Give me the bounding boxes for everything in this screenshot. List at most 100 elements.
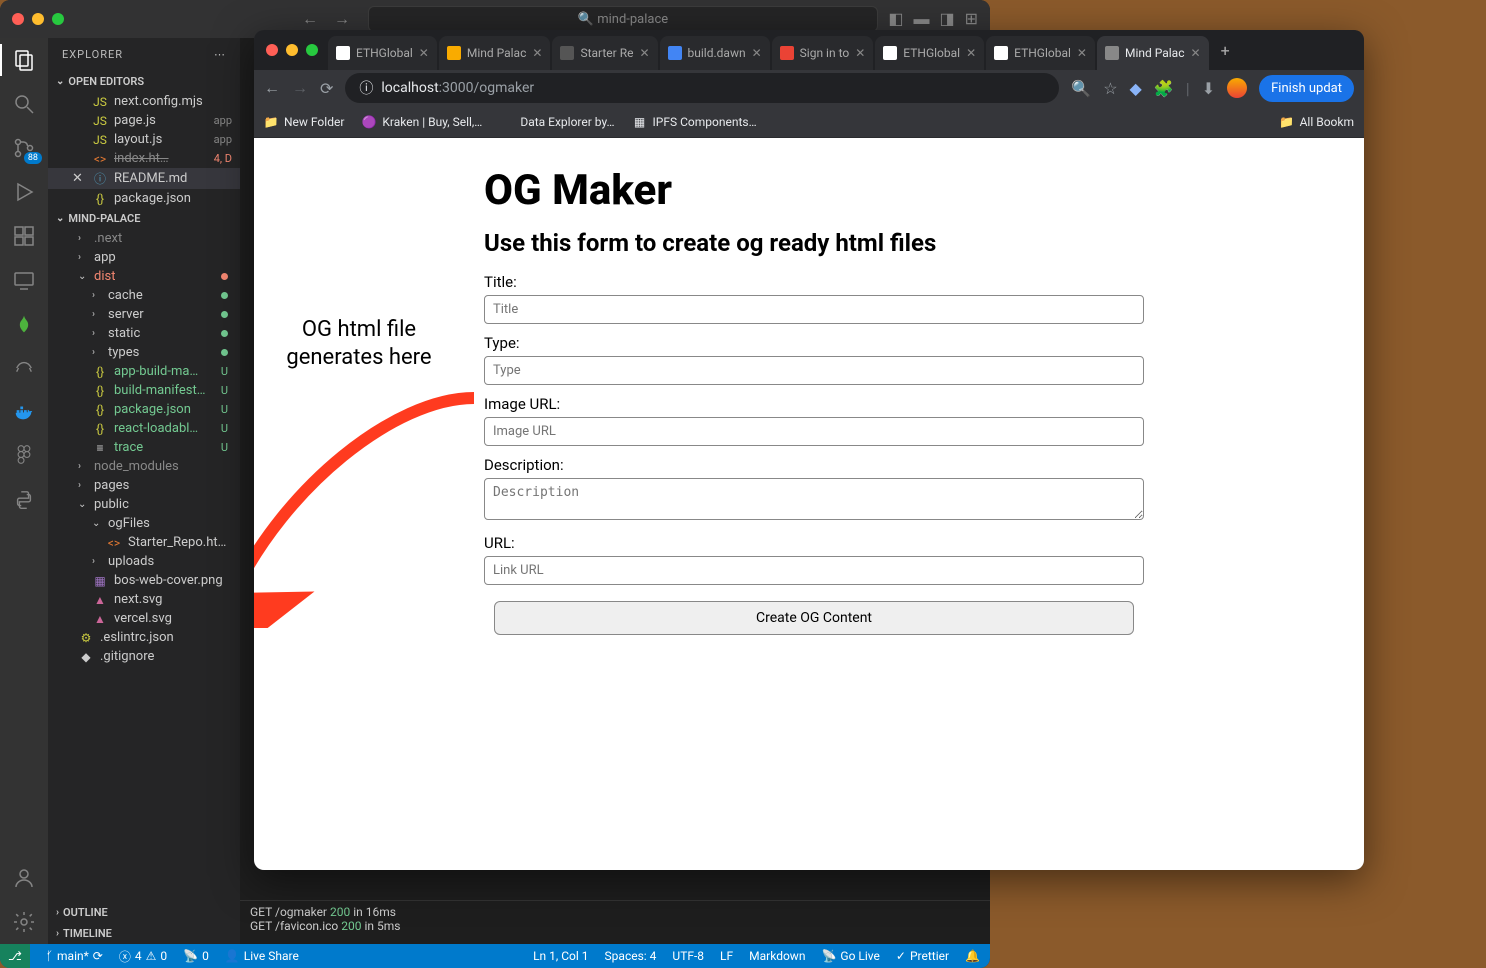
new-tab-button[interactable]: + bbox=[1211, 41, 1240, 60]
all-bookmarks-button[interactable]: 📁 All Bookm bbox=[1280, 115, 1354, 129]
file-item[interactable]: ▲next.svg bbox=[48, 590, 240, 609]
folder-item[interactable]: ›uploads bbox=[48, 552, 240, 571]
eol-button[interactable]: LF bbox=[720, 949, 733, 963]
zoom-icon[interactable]: 🔍 bbox=[1071, 79, 1091, 98]
extensions-icon[interactable]: 🧩 bbox=[1154, 79, 1174, 98]
description-input[interactable] bbox=[484, 478, 1144, 520]
profile-icon[interactable] bbox=[1227, 78, 1247, 98]
more-icon[interactable]: ⋯ bbox=[214, 48, 226, 61]
encoding-button[interactable]: UTF-8 bbox=[672, 949, 704, 963]
panel-bottom-icon[interactable]: ▬ bbox=[913, 9, 929, 29]
prettier-button[interactable]: ✓ Prettier bbox=[896, 949, 949, 963]
share-icon[interactable] bbox=[12, 356, 36, 380]
file-item[interactable]: ⚙.eslintrc.json bbox=[48, 628, 240, 647]
browser-tab[interactable]: ETHGlobal✕ bbox=[328, 36, 437, 70]
tab-close-icon[interactable]: ✕ bbox=[639, 46, 649, 60]
browser-tab[interactable]: build.dawn✕ bbox=[660, 36, 770, 70]
folder-item[interactable]: ›cache bbox=[48, 286, 240, 305]
file-item[interactable]: ≡traceU bbox=[48, 438, 240, 457]
nav-arrows[interactable]: ← → bbox=[302, 9, 350, 29]
outline-section[interactable]: › OUTLINE bbox=[48, 902, 240, 923]
url-input[interactable] bbox=[484, 556, 1144, 585]
browser-tab[interactable]: Starter Re✕ bbox=[552, 36, 657, 70]
downloads-icon[interactable]: ⬇ bbox=[1202, 79, 1215, 98]
browser-tab[interactable]: ETHGlobal✕ bbox=[986, 36, 1095, 70]
open-editor-item[interactable]: ✕ⓘREADME.md bbox=[48, 168, 240, 189]
scm-icon[interactable]: 88 bbox=[12, 136, 36, 160]
tab-close-icon[interactable]: ✕ bbox=[532, 46, 542, 60]
liveshare-button[interactable]: 👤 Live Share bbox=[225, 949, 299, 963]
forward-icon[interactable]: → bbox=[292, 78, 308, 98]
problems-button[interactable]: ⓧ 4 ⚠ 0 bbox=[119, 948, 167, 965]
address-bar[interactable]: ⓘ localhost:3000/ogmaker bbox=[345, 73, 1059, 103]
cursor-pos[interactable]: Ln 1, Col 1 bbox=[533, 949, 588, 963]
remote-button[interactable]: ⎇ bbox=[0, 944, 30, 968]
extension-icon[interactable]: ◆ bbox=[1130, 79, 1142, 98]
file-item[interactable]: ▲vercel.svg bbox=[48, 609, 240, 628]
figma-icon[interactable] bbox=[12, 444, 36, 468]
timeline-section[interactable]: › TIMELINE bbox=[48, 923, 240, 944]
close-icon[interactable] bbox=[12, 13, 24, 25]
back-icon[interactable]: ← bbox=[264, 78, 280, 98]
explorer-icon[interactable] bbox=[12, 48, 36, 72]
maximize-icon[interactable] bbox=[52, 13, 64, 25]
open-editor-item[interactable]: JSnext.config.mjs bbox=[48, 92, 240, 111]
golive-button[interactable]: 📡 Go Live bbox=[821, 949, 879, 963]
maximize-icon[interactable] bbox=[306, 44, 318, 56]
tab-close-icon[interactable]: ✕ bbox=[1191, 46, 1201, 60]
docker-icon[interactable] bbox=[12, 400, 36, 424]
extensions-icon[interactable] bbox=[12, 224, 36, 248]
folder-item[interactable]: ›types bbox=[48, 343, 240, 362]
layout-icon[interactable]: ⊞ bbox=[965, 9, 978, 29]
browser-tab[interactable]: Mind Palac✕ bbox=[1097, 36, 1209, 70]
tab-close-icon[interactable]: ✕ bbox=[1077, 46, 1087, 60]
open-editor-item[interactable]: {}package.json bbox=[48, 189, 240, 208]
type-input[interactable] bbox=[484, 356, 1144, 385]
indent-button[interactable]: Spaces: 4 bbox=[605, 949, 657, 963]
open-editors-section[interactable]: ⌄ OPEN EDITORS bbox=[48, 71, 240, 92]
settings-icon[interactable] bbox=[12, 910, 36, 934]
lang-button[interactable]: Markdown bbox=[749, 949, 805, 963]
minimize-icon[interactable] bbox=[32, 13, 44, 25]
command-center[interactable]: 🔍 mind-palace bbox=[368, 6, 878, 32]
account-icon[interactable] bbox=[12, 866, 36, 890]
bookmark-item[interactable]: 🟣Kraken | Buy, Sell,… bbox=[362, 115, 482, 129]
file-item[interactable]: {}package.jsonU bbox=[48, 400, 240, 419]
open-editor-item[interactable]: JSlayout.jsapp bbox=[48, 130, 240, 149]
create-button[interactable]: Create OG Content bbox=[494, 601, 1134, 635]
forward-icon[interactable]: → bbox=[334, 9, 350, 29]
remote-icon[interactable] bbox=[12, 268, 36, 292]
browser-tab[interactable]: ETHGlobal✕ bbox=[875, 36, 984, 70]
folder-item[interactable]: ›static bbox=[48, 324, 240, 343]
folder-item[interactable]: ›pages bbox=[48, 476, 240, 495]
python-icon[interactable] bbox=[12, 488, 36, 512]
file-item[interactable]: {}build-manifest…U bbox=[48, 381, 240, 400]
file-item[interactable]: ▦bos-web-cover.png bbox=[48, 571, 240, 590]
mongodb-icon[interactable] bbox=[12, 312, 36, 336]
layout-controls[interactable]: ◧ ▬ ◨ ⊞ bbox=[888, 9, 978, 29]
panel-left-icon[interactable]: ◧ bbox=[888, 9, 903, 29]
site-info-icon[interactable]: ⓘ bbox=[359, 78, 373, 98]
panel-right-icon[interactable]: ◨ bbox=[939, 9, 954, 29]
back-icon[interactable]: ← bbox=[302, 9, 318, 29]
notifications-icon[interactable]: 🔔 bbox=[965, 949, 980, 963]
open-editor-item[interactable]: JSpage.jsapp bbox=[48, 111, 240, 130]
bookmark-item[interactable]: Data Explorer by… bbox=[500, 115, 614, 129]
open-editor-item[interactable]: <>index.ht…4, D bbox=[48, 149, 240, 168]
window-controls[interactable] bbox=[12, 13, 64, 25]
update-button[interactable]: Finish updat bbox=[1259, 75, 1354, 102]
tab-close-icon[interactable]: ✕ bbox=[966, 46, 976, 60]
file-item[interactable]: {}app-build-ma…U bbox=[48, 362, 240, 381]
folder-item[interactable]: ›server bbox=[48, 305, 240, 324]
bookmark-item[interactable]: 📁New Folder bbox=[264, 115, 344, 129]
file-item[interactable]: {}react-loadabl…U bbox=[48, 419, 240, 438]
debug-icon[interactable] bbox=[12, 180, 36, 204]
tab-close-icon[interactable]: ✕ bbox=[752, 46, 762, 60]
folder-item[interactable]: ›.next bbox=[48, 229, 240, 248]
folder-item[interactable]: ⌄public bbox=[48, 495, 240, 514]
tab-close-icon[interactable]: ✕ bbox=[855, 46, 865, 60]
reload-icon[interactable]: ⟳ bbox=[320, 79, 333, 98]
file-item[interactable]: ◆.gitignore bbox=[48, 647, 240, 666]
terminal[interactable]: GET /ogmaker 200 in 16ms GET /favicon.ic… bbox=[240, 900, 990, 944]
project-section[interactable]: ⌄ MIND-PALACE bbox=[48, 208, 240, 229]
